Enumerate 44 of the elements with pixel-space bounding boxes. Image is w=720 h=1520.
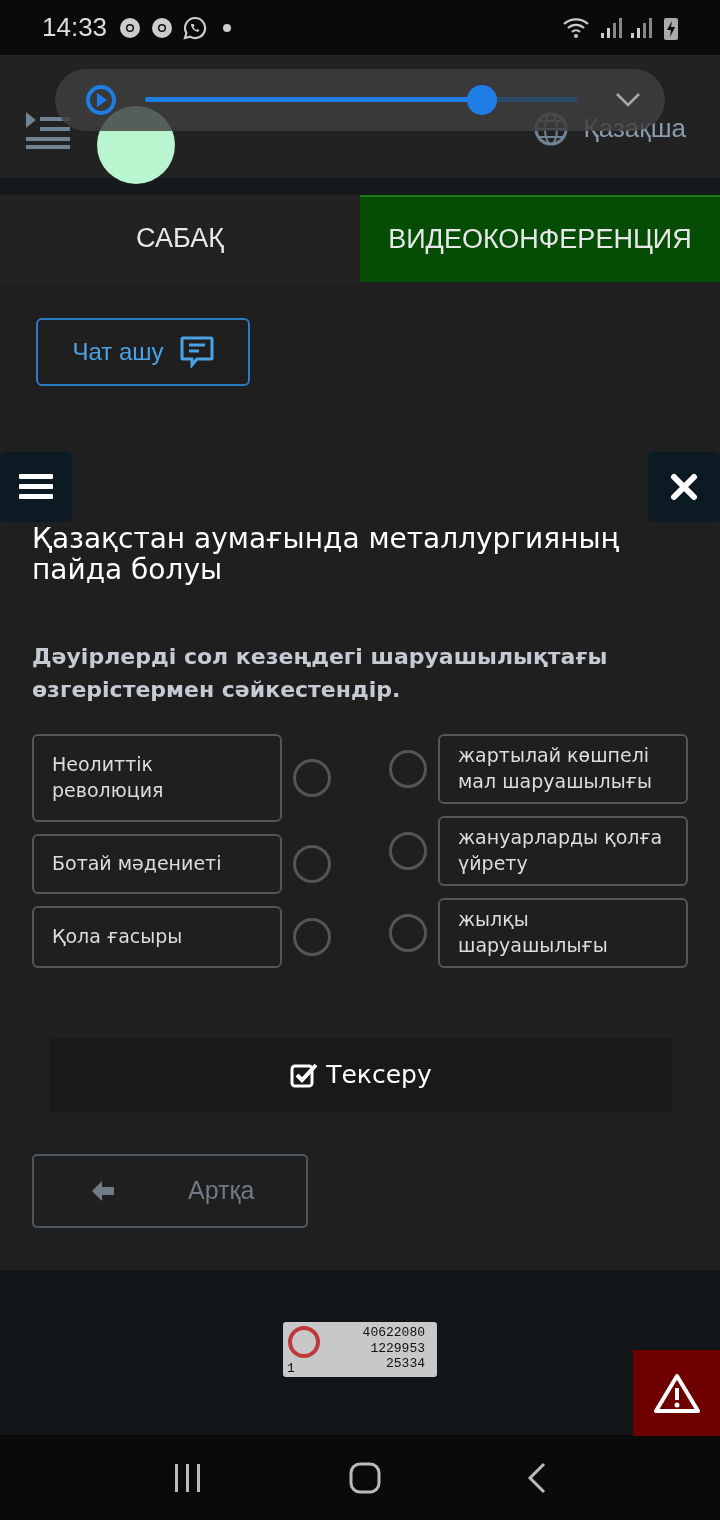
checkbox-icon [290,1061,319,1088]
counter-number: 40622080 [362,1325,425,1341]
match-item[interactable]: Қола ғасыры [32,905,282,968]
radio-button[interactable] [389,831,427,870]
chat-button[interactable]: Чат ашу [36,318,250,386]
battery-icon [664,15,678,40]
lesson-title: Қазақстан аумағында металлургияның пайда болуы [32,524,621,586]
match-item[interactable]: жануарларды қолға үйрету [438,815,688,886]
menu-icon [19,474,53,500]
dot-icon [223,23,232,32]
close-icon [670,473,698,501]
counter-number: 1 [287,1361,296,1377]
counter-number: 25334 [386,1356,425,1372]
radio-button[interactable] [293,844,331,883]
recent-apps-icon[interactable] [173,1463,203,1492]
radio-button[interactable] [389,913,427,952]
warning-button[interactable] [633,1350,720,1436]
slider-thumb[interactable] [466,85,497,115]
match-item[interactable]: жылқы шаруашылығы [438,897,688,968]
counter-number: 1229953 [370,1340,425,1357]
back-button[interactable]: Артқа [32,1153,308,1228]
chevron-down-icon[interactable] [615,92,641,108]
warning-icon [653,1373,700,1413]
match-item[interactable]: Ботай мәдениеті [32,833,282,894]
radio-button[interactable] [293,917,331,956]
check-button[interactable]: Тексеру [50,1037,672,1112]
play-icon[interactable] [85,84,117,116]
chat-icon [179,336,214,368]
tab[interactable]: ВИДЕОКОНФЕРЕНЦИЯ [360,195,720,282]
menu-button[interactable] [0,452,72,522]
match-item[interactable]: Неолиттік революция [32,733,282,822]
radio-button[interactable] [293,758,331,797]
back-icon[interactable] [527,1461,547,1494]
match-item[interactable]: жартылай көшпелі мал шаруашылығы [438,733,688,804]
ring-icon [287,1325,321,1359]
home-icon[interactable] [349,1461,381,1494]
signal-icon [630,16,652,39]
clock: 14:33 [42,11,108,44]
signal-icon [600,16,622,39]
close-button[interactable] [648,452,720,522]
instruction-text: Дәуірлерді сол кезеңдегі шаруашылықтағы өзгерістермен сәйкестендір. [32,642,609,704]
radio-button[interactable] [389,749,427,788]
whatsapp-icon [183,15,208,40]
arrow-left-icon [90,1179,116,1202]
